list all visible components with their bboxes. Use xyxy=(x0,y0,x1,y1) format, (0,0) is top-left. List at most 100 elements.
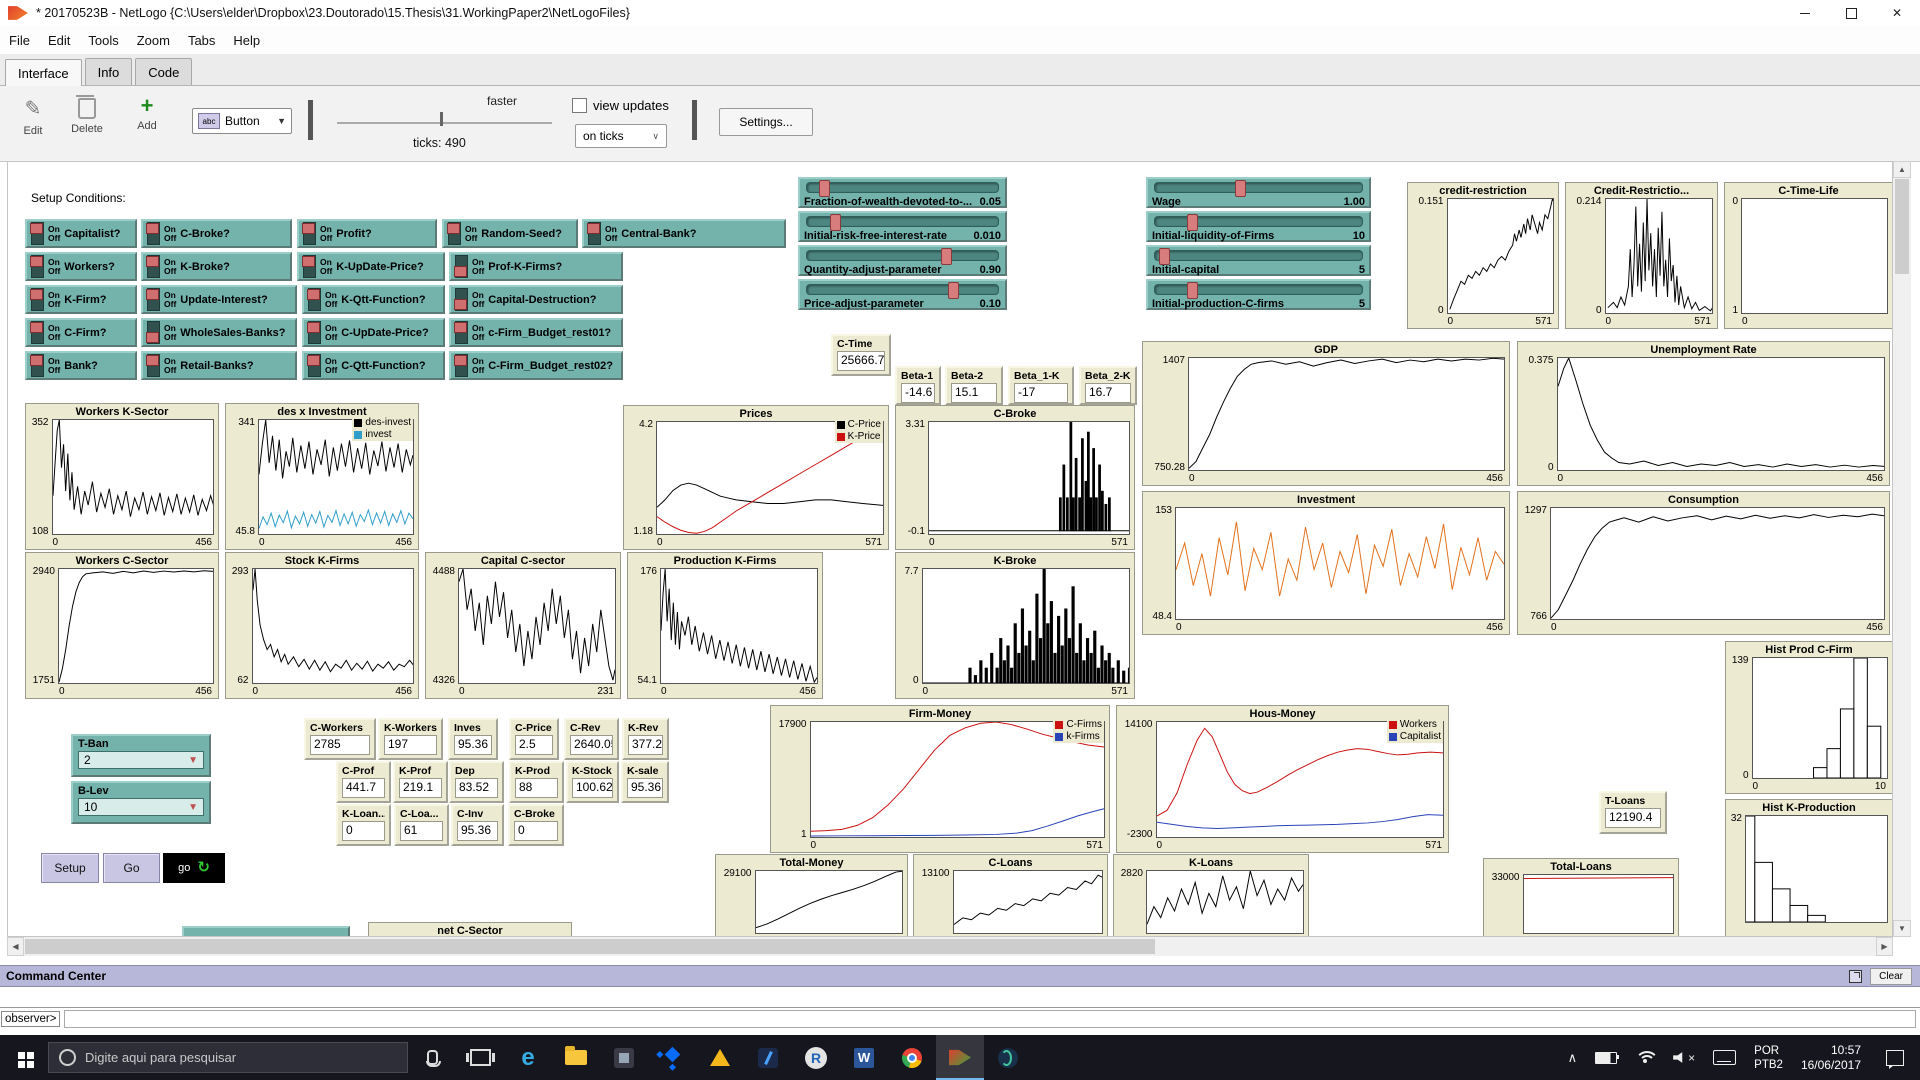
switch-c-qtt-function[interactable]: On Off C-Qtt-Function? xyxy=(302,351,445,380)
language-indicator[interactable]: POR PTB2 xyxy=(1745,1035,1792,1080)
chooser-b-lev[interactable]: B-Lev 10 ▼ xyxy=(71,781,211,824)
tray-chevron-icon[interactable]: ∧ xyxy=(1559,1035,1587,1080)
switch-capital-destruction[interactable]: On Off Capital-Destruction? xyxy=(449,285,623,314)
widget-type-dropdown[interactable]: abc Button ▼ xyxy=(192,108,292,134)
monitor-k-rev: K-Rev 377.2 xyxy=(622,718,669,760)
switch-update-interest[interactable]: On Off Update-Interest? xyxy=(141,285,297,314)
taskbar-search[interactable]: Digite aqui para pesquisar xyxy=(48,1042,408,1073)
plot-title: C-Time-Life xyxy=(1778,185,1839,197)
plot-title: Unemployment Rate xyxy=(1650,344,1757,356)
switch-c-firm[interactable]: On Off C-Firm? xyxy=(25,318,137,347)
slider-value: 0.05 xyxy=(979,196,1001,208)
clear-button[interactable]: Clear xyxy=(1870,967,1912,985)
command-center-header: Command Center Clear xyxy=(0,965,1920,987)
code-app-icon[interactable] xyxy=(744,1035,792,1080)
menu-tabs[interactable]: Tabs xyxy=(179,29,224,52)
plot-des-x-investment: des x Investment 341 45.8 0 456 des-invest inv… xyxy=(225,403,419,550)
dropbox-icon[interactable] xyxy=(648,1035,696,1080)
close-button[interactable]: ✕ xyxy=(1874,0,1920,26)
switch-k-firm[interactable]: On Off K-Firm? xyxy=(25,285,137,314)
switch-bank[interactable]: On Off Bank? xyxy=(25,351,137,380)
go-button[interactable]: Go xyxy=(103,853,160,883)
slider-handle xyxy=(829,214,841,231)
slider-quantity-adjust[interactable]: Quantity-adjust-parameter 0.90 xyxy=(798,245,1007,276)
view-updates-checkbox[interactable]: view updates xyxy=(572,98,669,113)
photos-app-icon[interactable] xyxy=(600,1035,648,1080)
slider-fraction-of-wealth[interactable]: Fraction-of-wealth-devoted-to-... 0.05 xyxy=(798,177,1007,208)
switch-retail-banks[interactable]: On Off Retail-Banks? xyxy=(141,351,297,380)
switch-central-bank[interactable]: On Off Central-Bank? xyxy=(582,219,786,248)
slider-value: 1.00 xyxy=(1343,196,1365,208)
battery-icon[interactable] xyxy=(1586,1035,1626,1080)
slider-initial-liquidity[interactable]: Initial-liquidity-of-Firms 10 xyxy=(1146,211,1371,242)
tab-code[interactable]: Code xyxy=(135,58,193,85)
command-center-title: Command Center xyxy=(6,969,107,983)
speed-slider[interactable] xyxy=(337,122,552,124)
switch-label: Update-Interest? xyxy=(180,293,268,306)
switch-c-firm-budget-rest02[interactable]: On Off C-Firm_Budget_rest02? xyxy=(449,351,623,380)
add-tool[interactable]: + Add xyxy=(122,95,172,133)
switch-k-broke[interactable]: On Off K-Broke? xyxy=(141,252,292,281)
slider-initial-production[interactable]: Initial-production-C-firms 5 xyxy=(1146,279,1371,310)
chooser-t-ban[interactable]: T-Ban 2 ▼ xyxy=(71,734,211,777)
go-forever-button[interactable]: go ↻ xyxy=(163,853,225,883)
edit-tool[interactable]: ✎ Edit xyxy=(8,96,58,137)
horizontal-scrollbar[interactable]: ◀ ▶ xyxy=(7,937,1893,956)
tab-info[interactable]: Info xyxy=(84,58,133,85)
keyboard-icon[interactable] xyxy=(1704,1035,1745,1080)
switch-prof-k-firms[interactable]: On Off Prof-K-Firms? xyxy=(449,252,623,281)
action-center-icon[interactable] xyxy=(1870,1035,1920,1080)
chrome-icon[interactable] xyxy=(888,1035,936,1080)
switch-wholesales-banks[interactable]: On Off WholeSales-Banks? xyxy=(141,318,297,347)
r-app-icon[interactable]: R xyxy=(792,1035,840,1080)
slider-initial-capital[interactable]: Initial-capital 5 xyxy=(1146,245,1371,276)
switch-label: Workers? xyxy=(64,260,115,273)
alert-app-icon[interactable] xyxy=(696,1035,744,1080)
forever-icon: ↻ xyxy=(197,859,210,876)
switch-random-seed[interactable]: On Off Random-Seed? xyxy=(442,219,578,248)
speaker-muted-icon[interactable]: × xyxy=(1664,1035,1704,1080)
speed-slider-thumb[interactable] xyxy=(440,112,443,126)
start-button[interactable] xyxy=(0,1035,48,1080)
clock[interactable]: 10:57 16/06/2017 xyxy=(1792,1035,1870,1080)
word-icon[interactable]: W xyxy=(840,1035,888,1080)
monitor-label: C-Broke xyxy=(514,808,555,820)
wifi-icon[interactable] xyxy=(1626,1035,1664,1080)
file-explorer-icon[interactable] xyxy=(552,1035,600,1080)
menu-edit[interactable]: Edit xyxy=(39,29,79,52)
tab-interface[interactable]: Interface xyxy=(5,59,82,86)
command-input[interactable] xyxy=(64,1010,1916,1028)
edge-icon[interactable]: e xyxy=(504,1035,552,1080)
switch-c-firm-budget-rest01[interactable]: On Off c-Firm_Budget_rest01? xyxy=(449,318,623,347)
switch-k-update-price[interactable]: On Off K-UpDate-Price? xyxy=(297,252,445,281)
plot-workers-c-sector: Workers C-Sector 2940 1751 0 456 xyxy=(25,552,219,699)
setup-button[interactable]: Setup xyxy=(41,853,99,883)
minimize-button[interactable] xyxy=(1782,0,1828,26)
task-view-button[interactable] xyxy=(456,1035,504,1080)
settings-button[interactable]: Settings... xyxy=(719,108,813,136)
menu-tools[interactable]: Tools xyxy=(79,29,127,52)
switch-c-update-price[interactable]: On Off C-UpDate-Price? xyxy=(302,318,445,347)
switch-c-broke[interactable]: On Off C-Broke? xyxy=(141,219,292,248)
globe-app-icon[interactable] xyxy=(984,1035,1032,1080)
maximize-button[interactable] xyxy=(1828,0,1874,26)
menu-zoom[interactable]: Zoom xyxy=(128,29,179,52)
microphone-icon[interactable] xyxy=(408,1035,456,1080)
switch-label: C-UpDate-Price? xyxy=(341,326,429,339)
update-mode-dropdown[interactable]: on ticks ∨ xyxy=(575,124,667,148)
switch-workers[interactable]: On Off Workers? xyxy=(25,252,137,281)
vertical-scrollbar[interactable]: ▲ ▼ xyxy=(1893,161,1911,937)
expand-icon[interactable] xyxy=(1849,969,1863,983)
monitor-value: 25666.76 xyxy=(837,351,885,371)
slider-initial-risk-free-rate[interactable]: Initial-risk-free-interest-rate 0.010 xyxy=(798,211,1007,242)
slider-price-adjust[interactable]: Price-adjust-parameter 0.10 xyxy=(798,279,1007,310)
netlogo-taskbar-icon[interactable] xyxy=(936,1035,984,1080)
menu-help[interactable]: Help xyxy=(224,29,269,52)
switch-capitalist[interactable]: On Off Capitalist? xyxy=(25,219,137,248)
slider-wage[interactable]: Wage 1.00 xyxy=(1146,177,1371,208)
switch-k-qtt-function[interactable]: On Off K-Qtt-Function? xyxy=(302,285,445,314)
chevron-down-icon: ▼ xyxy=(188,801,198,813)
delete-tool[interactable]: Delete xyxy=(62,95,112,135)
switch-profit[interactable]: On Off Profit? xyxy=(297,219,437,248)
menu-file[interactable]: File xyxy=(0,29,39,52)
